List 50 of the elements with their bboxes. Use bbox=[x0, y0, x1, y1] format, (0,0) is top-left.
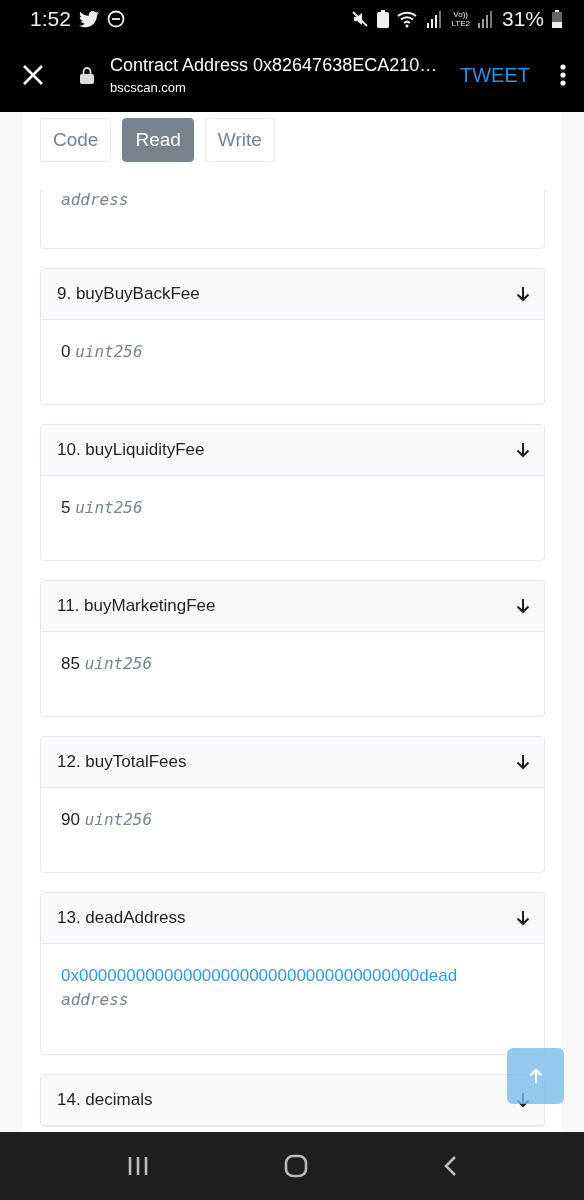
arrow-down-icon bbox=[516, 598, 530, 614]
status-time: 1:52 bbox=[30, 7, 71, 31]
type-label: address bbox=[61, 990, 129, 1009]
function-name: 9. buyBuyBackFee bbox=[57, 284, 200, 304]
arrow-down-icon bbox=[516, 286, 530, 302]
home-icon[interactable] bbox=[284, 1154, 308, 1178]
page-title: Contract Address 0x82647638ECA210… bbox=[110, 55, 439, 76]
more-icon[interactable] bbox=[560, 64, 566, 86]
function-header[interactable]: 9. buyBuyBackFee bbox=[41, 269, 544, 320]
result-value: 90 bbox=[61, 810, 80, 829]
result-value: 85 bbox=[61, 654, 80, 673]
function-header[interactable]: 11. buyMarketingFee bbox=[41, 581, 544, 632]
type-label: address bbox=[61, 190, 129, 209]
function-name: 10. buyLiquidityFee bbox=[57, 440, 205, 460]
function-name: 13. deadAddress bbox=[57, 908, 186, 928]
tab[interactable]: Read bbox=[122, 118, 194, 162]
function-name: 12. buyTotalFees bbox=[57, 752, 187, 772]
result-value: 5 bbox=[61, 498, 71, 517]
function-header[interactable]: 14. decimals bbox=[41, 1075, 544, 1126]
battery-icon bbox=[552, 10, 562, 28]
arrow-down-icon bbox=[516, 754, 530, 770]
type-label: uint256 bbox=[84, 810, 153, 829]
mute-icon bbox=[351, 10, 370, 28]
type-label: uint256 bbox=[75, 498, 143, 517]
type-label: uint256 bbox=[84, 654, 153, 673]
tab[interactable]: Code bbox=[40, 118, 112, 162]
do-not-disturb-icon bbox=[106, 10, 125, 28]
battery-percent: 31% bbox=[501, 7, 544, 31]
volte-label: Vo)) bbox=[453, 10, 469, 19]
function-header[interactable]: 12. buyTotalFees bbox=[41, 737, 544, 788]
recent-apps-icon[interactable] bbox=[127, 1155, 150, 1177]
tweet-button[interactable]: TWEET bbox=[460, 63, 530, 87]
back-icon[interactable] bbox=[442, 1155, 457, 1177]
arrow-down-icon bbox=[516, 442, 530, 458]
page-domain: bscscan.com bbox=[110, 80, 187, 95]
function-header[interactable]: 10. buyLiquidityFee bbox=[41, 425, 544, 476]
lock-icon bbox=[80, 66, 94, 84]
result-value: 0 bbox=[61, 342, 71, 361]
close-icon[interactable] bbox=[22, 64, 44, 86]
function-name: 11. buyMarketingFee bbox=[57, 596, 216, 616]
battery-icon bbox=[377, 10, 390, 28]
function-name: 14. decimals bbox=[57, 1090, 153, 1110]
tab[interactable]: Write bbox=[204, 118, 275, 162]
network-label: LTE2 bbox=[451, 19, 470, 28]
arrow-down-icon bbox=[516, 910, 530, 926]
signal-icon bbox=[427, 10, 444, 28]
type-label: uint256 bbox=[75, 342, 143, 361]
function-header[interactable]: 13. deadAddress bbox=[41, 893, 544, 944]
signal-icon bbox=[477, 10, 494, 28]
bird-icon bbox=[78, 10, 99, 28]
